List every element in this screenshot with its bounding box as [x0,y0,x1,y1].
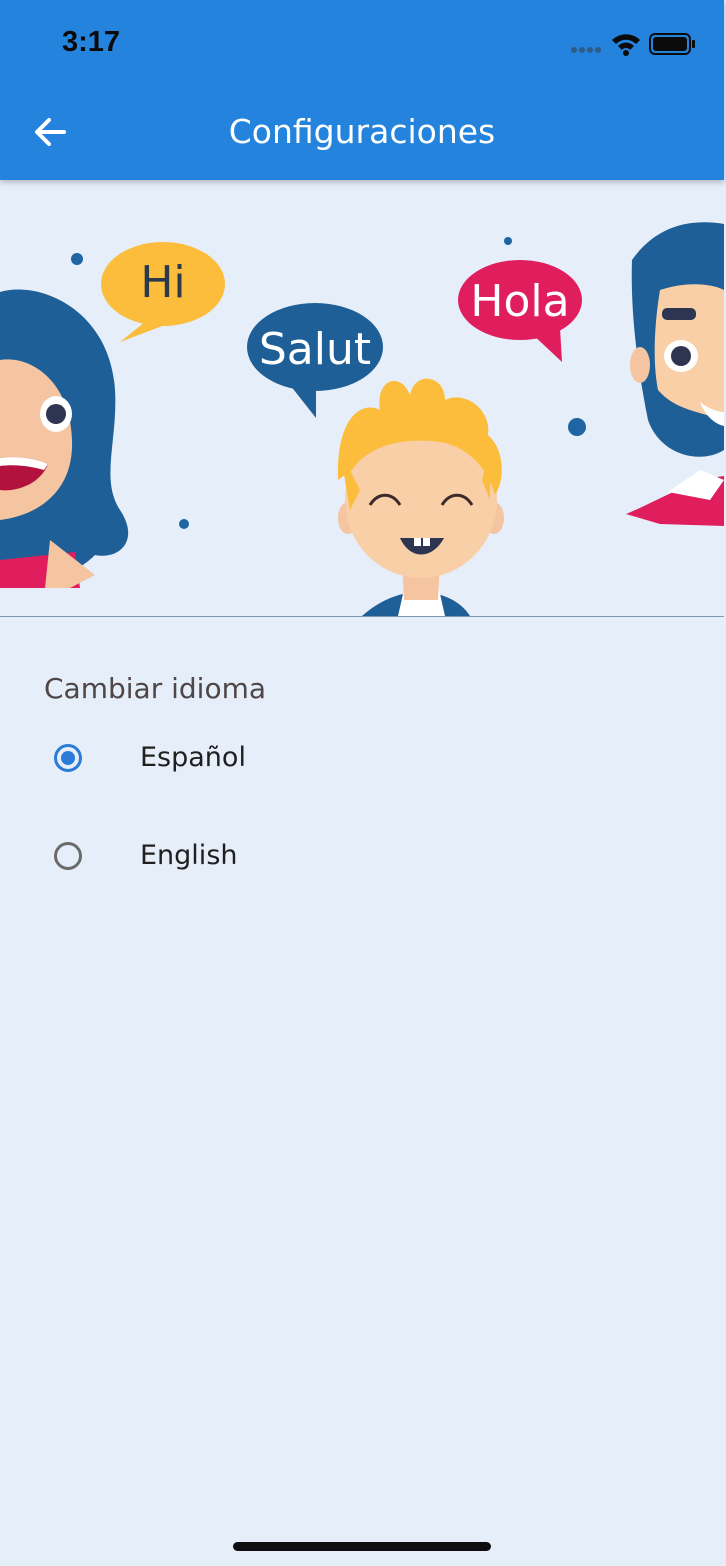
page-title: Configuraciones [228,112,496,151]
svg-text:Hola: Hola [470,276,569,327]
signal-icon [571,47,601,53]
battery-icon [649,33,695,55]
hero-divider [0,616,724,617]
home-indicator [233,1542,491,1551]
language-option-espanol[interactable]: Español [44,730,684,790]
status-icons [571,33,695,56]
woman-illustration [0,289,129,588]
boy-illustration [337,378,504,616]
change-language-title: Cambiar idioma [44,672,267,705]
language-option-english[interactable]: English [44,828,684,888]
language-option-label: Español [140,742,246,773]
speech-bubble-hi: Hi [101,242,225,342]
status-time: 3:17 [62,26,121,58]
radio-unselected-icon[interactable] [54,842,82,870]
people-talking-illustration: Hi Salut Hola [0,222,724,616]
svg-text:Hi: Hi [140,257,185,308]
app-bar: 3:17 Configuraciones [0,0,724,180]
speech-bubble-hola: Hola [458,260,582,362]
svg-text:Salut: Salut [259,324,371,375]
wifi-icon [612,34,640,56]
radio-selected-icon[interactable] [54,744,82,772]
man-illustration [626,222,724,526]
hero-illustration: Hi Salut Hola [0,180,724,616]
language-option-label: English [140,840,238,871]
speech-bubble-salut: Salut [247,303,383,418]
